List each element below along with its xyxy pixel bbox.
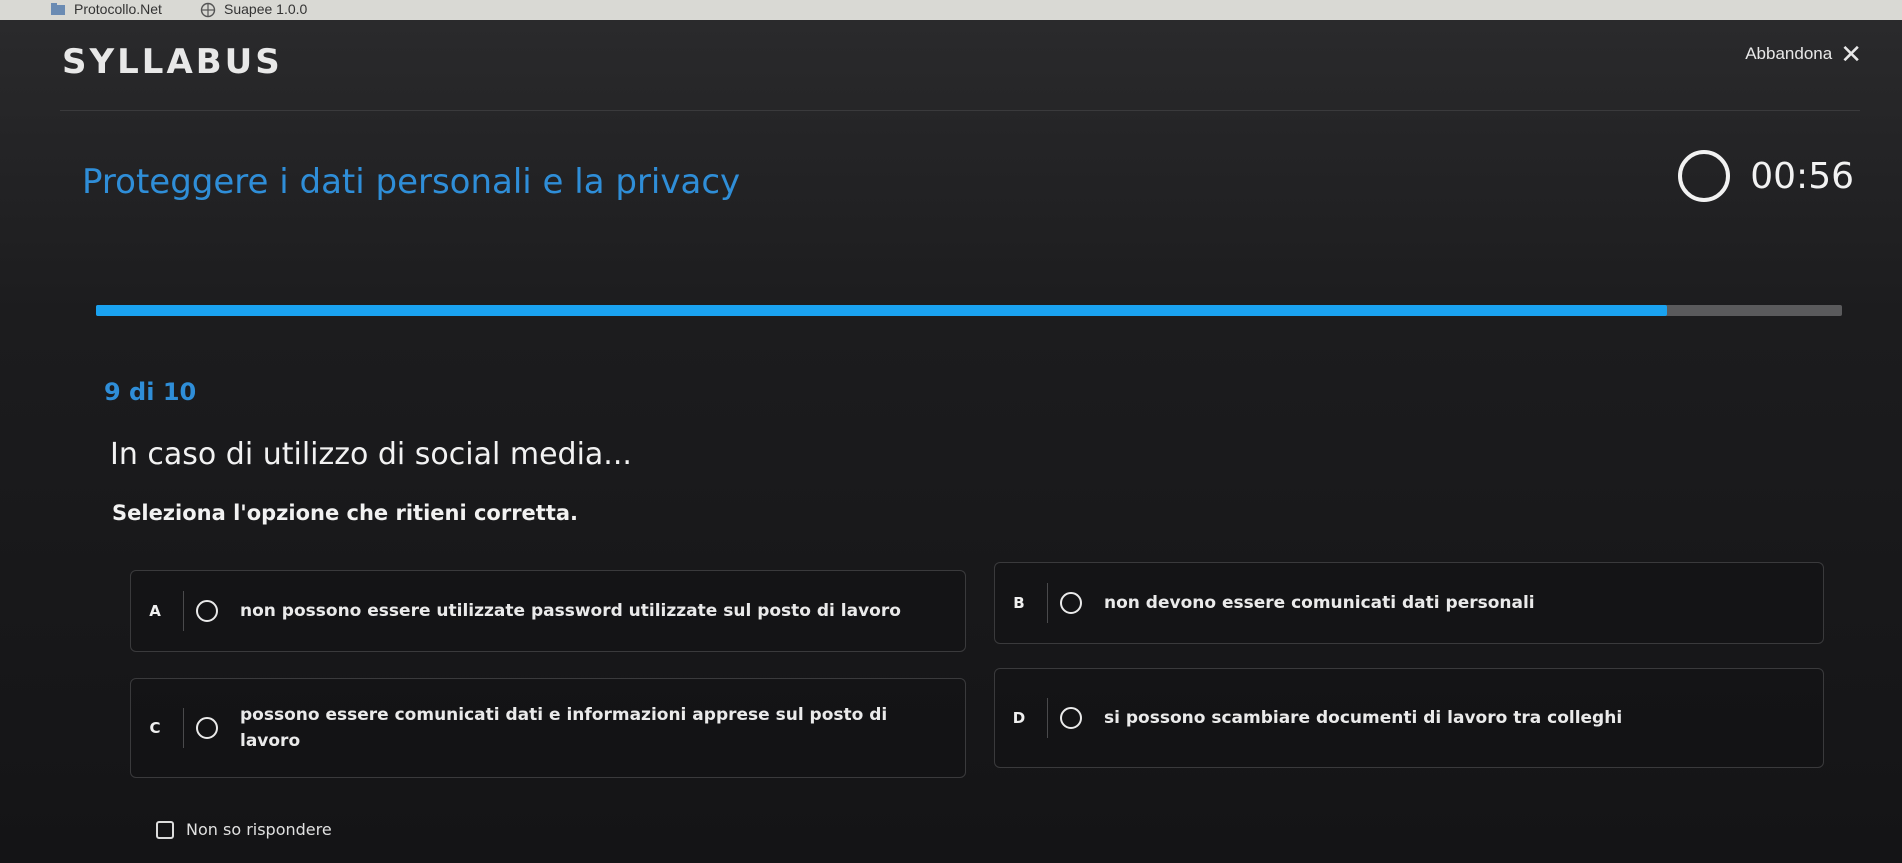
option-b[interactable]: B non devono essere comunicati dati pers… [994,562,1824,644]
abandon-label: Abbandona [1745,44,1833,63]
close-icon: ✕ [1840,39,1862,69]
bookmark-suapee[interactable]: Suapee 1.0.0 [200,1,308,18]
syllabus-logo: SYLLABUS [62,42,283,82]
abandon-button[interactable]: Abbandona ✕ [1745,39,1862,69]
progress-bar [96,305,1842,316]
radio-icon[interactable] [196,717,218,739]
no-answer-label: Non so rispondere [186,820,332,839]
bookmark-label: Protocollo.Net [74,1,162,17]
header-divider [60,110,1860,111]
option-separator [1047,698,1048,738]
quiz-title: Proteggere i dati personali e la privacy [82,162,741,202]
option-letter: B [1013,594,1025,612]
option-c[interactable]: C possono essere comunicati dati e infor… [130,678,966,778]
option-text: possono essere comunicati dati e informa… [240,705,888,751]
bookmark-label: Suapee 1.0.0 [224,1,308,17]
timer-value: 00:56 [1750,155,1854,197]
option-d[interactable]: D si possono scambiare documenti di lavo… [994,668,1824,768]
checkbox-icon[interactable] [156,820,174,839]
option-letter: D [1012,709,1026,727]
radio-icon[interactable] [1060,707,1082,729]
radio-icon[interactable] [196,600,218,622]
progress-fill [96,305,1668,316]
option-letter: C [149,719,161,737]
timer-ring-icon [1678,150,1731,202]
timer: 00:56 [1678,150,1854,202]
option-separator [1047,583,1048,623]
option-separator [183,708,184,748]
option-a[interactable]: A non possono essere utilizzate password… [130,570,966,652]
bookmark-protocollo[interactable]: Protocollo.Net [50,1,162,17]
bookmark-folder-icon [50,2,66,16]
question-counter: 9 di 10 [104,378,197,406]
instruction-text: Seleziona l'opzione che ritieni corretta… [112,501,579,525]
option-separator [183,591,184,631]
radio-icon[interactable] [1060,592,1082,614]
option-text: non devono essere comunicati dati person… [1104,593,1535,613]
globe-icon [200,2,216,18]
option-letter: A [149,602,161,620]
option-text: si possono scambiare documenti di lavoro… [1104,708,1623,728]
question-text: In caso di utilizzo di social media... [110,437,632,472]
option-text: non possono essere utilizzate password u… [240,601,901,621]
bookmarks-bar: Protocollo.Net Suapee 1.0.0 [0,0,1902,20]
no-answer-checkbox[interactable]: Non so rispondere [156,820,332,839]
